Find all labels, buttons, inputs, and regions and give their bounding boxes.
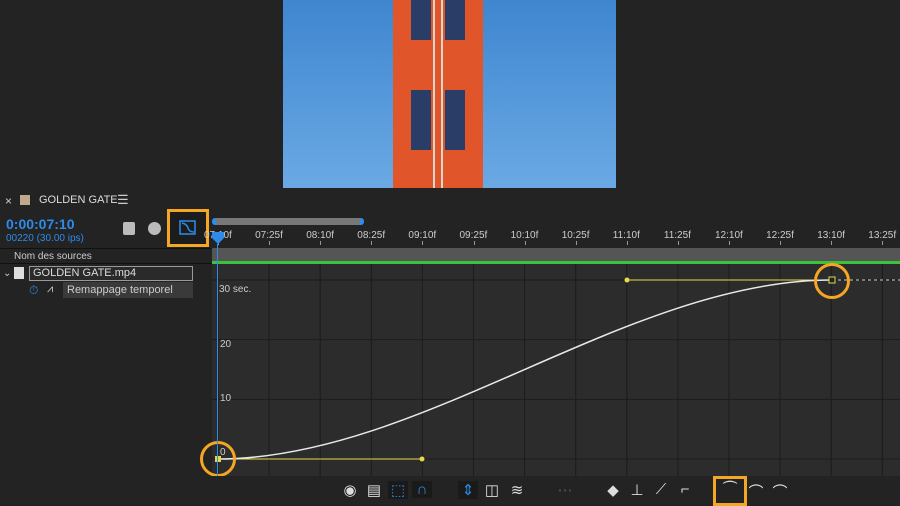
graph-options-icon[interactable]: ▤ xyxy=(364,481,384,499)
separate-dimensions-icon[interactable]: ⋯ xyxy=(555,481,575,499)
ruler-label: 10:25f xyxy=(561,230,590,241)
ruler-tick xyxy=(831,241,833,245)
y-label: 20 xyxy=(220,339,232,350)
stopwatch-icon[interactable]: ⏱ xyxy=(29,283,38,298)
ruler-label: 12:25f xyxy=(766,230,794,241)
frame-info: 00220 (30.00 ips) xyxy=(6,233,84,244)
hold-icon[interactable]: ⊥ xyxy=(627,481,647,499)
auto-bezier-icon[interactable]: ⌐ xyxy=(675,481,695,498)
ruler-label: 11:10f xyxy=(612,230,640,241)
property-time-remap[interactable]: Remappage temporel xyxy=(63,282,193,298)
ruler-label: 09:25f xyxy=(459,230,488,241)
ruler-label: 08:10f xyxy=(306,230,334,241)
handle-point xyxy=(624,277,630,283)
fit-all-icon[interactable]: ≋ xyxy=(507,481,527,499)
snap-icon[interactable]: ∩ xyxy=(412,481,432,498)
ruler-tick xyxy=(626,241,628,245)
graph-area[interactable] xyxy=(212,264,900,476)
layer-name[interactable]: GOLDEN GATE.mp4 xyxy=(29,266,193,281)
current-timecode[interactable]: 0:00:07:10 xyxy=(6,216,75,232)
comp-flowchart-icon[interactable] xyxy=(123,222,135,235)
graph-editor-icon xyxy=(179,220,196,235)
ruler-tick xyxy=(371,241,373,245)
transform-box-icon[interactable]: ⬚ xyxy=(388,481,408,499)
video-preview xyxy=(283,0,616,188)
expand-chevron-icon[interactable]: ⌄ xyxy=(3,268,11,279)
menu-icon[interactable]: ☰ xyxy=(117,192,129,208)
easy-ease-out-icon[interactable]: ⌒ xyxy=(770,481,790,502)
edit-keyframe-icon[interactable]: ◆ xyxy=(603,481,623,499)
zoom-navigator[interactable] xyxy=(212,218,364,225)
ruler-tick xyxy=(882,241,884,245)
ruler-tick xyxy=(473,241,475,245)
close-icon[interactable]: × xyxy=(5,194,12,208)
ruler-label: 07:25f xyxy=(255,230,283,241)
graph-background xyxy=(212,264,900,476)
ruler-tick xyxy=(320,241,322,245)
ruler-tick xyxy=(780,241,782,245)
easy-ease-highlight xyxy=(713,476,747,506)
work-area-bar[interactable] xyxy=(212,248,900,261)
ruler-tick xyxy=(575,241,577,245)
composition-icon xyxy=(20,195,30,205)
keyframe-highlight xyxy=(200,441,236,477)
playhead-line xyxy=(217,244,218,476)
composition-tab[interactable]: GOLDEN GATE xyxy=(39,194,118,206)
ruler-label: 11:25f xyxy=(663,230,691,241)
file-icon xyxy=(14,267,24,279)
linear-icon[interactable]: ⟋ xyxy=(651,481,671,498)
ruler-label: 10:10f xyxy=(510,230,539,241)
ruler-label: 08:25f xyxy=(357,230,386,241)
ruler-label: 13:25f xyxy=(868,230,897,241)
easy-ease-in-icon[interactable]: ⌒ xyxy=(746,481,766,502)
ruler-tick xyxy=(524,241,526,245)
ruler-tick xyxy=(677,241,679,245)
ruler-tick xyxy=(729,241,730,245)
y-label: 10 xyxy=(220,393,232,404)
handle-point xyxy=(419,456,425,462)
source-name-header: Nom des sources xyxy=(14,251,92,262)
ruler-label: 09:10f xyxy=(408,230,437,241)
ruler-label: 13:10f xyxy=(817,230,845,241)
ruler-tick xyxy=(269,241,271,245)
eye-icon[interactable]: ◉ xyxy=(340,481,360,499)
ruler-tick xyxy=(422,241,424,245)
y-label: 30 sec. xyxy=(219,284,252,295)
ruler-label: 12:10f xyxy=(715,230,743,241)
keyframe-highlight xyxy=(814,263,850,299)
motion-blur-icon[interactable] xyxy=(148,222,161,235)
fit-view-icon[interactable]: ⇕ xyxy=(458,481,478,499)
fit-selection-icon[interactable]: ◫ xyxy=(482,481,502,499)
graph-editor-button[interactable] xyxy=(167,209,209,247)
graph-toggle-icon[interactable]: ⩘ xyxy=(47,283,53,296)
